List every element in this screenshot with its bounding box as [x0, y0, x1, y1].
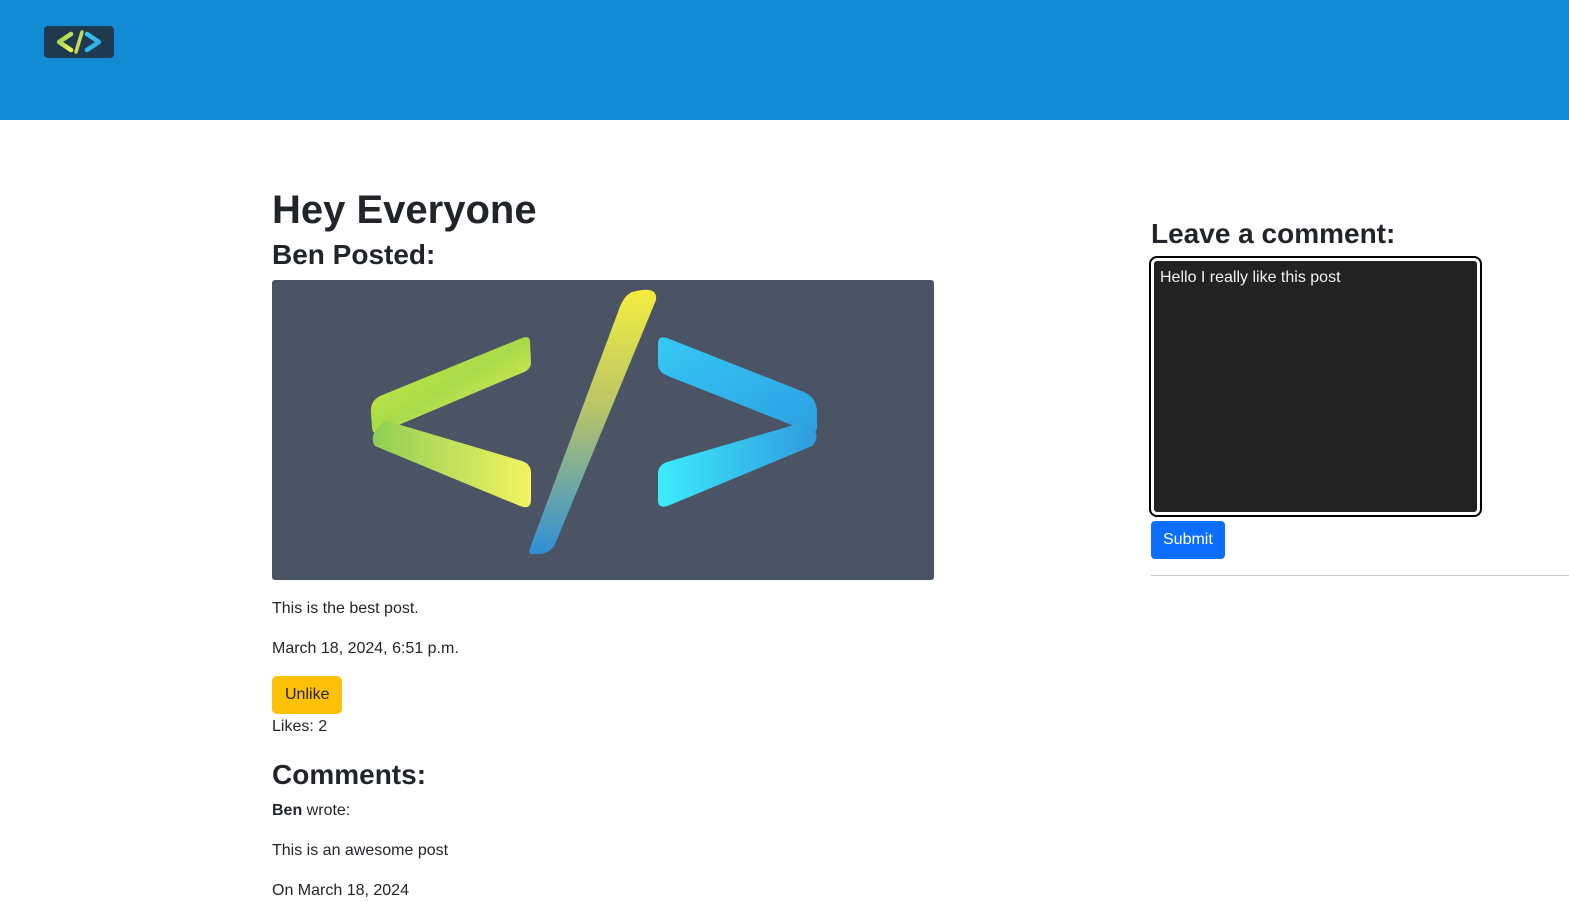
comment-text: This is an awesome post — [272, 842, 449, 859]
post-body: This is the best post. — [272, 600, 419, 617]
comments-heading: Comments: — [272, 759, 427, 790]
unlike-button[interactable]: Unlike — [272, 676, 343, 714]
navbar — [0, 0, 1569, 120]
code-brackets-icon — [56, 30, 102, 54]
post-image — [272, 280, 934, 580]
comment-author-line: Ben wrote: — [272, 800, 934, 822]
post-column: Hey Everyone Ben Posted: This is the bes… — [272, 186, 934, 902]
post-date: March 18, 2024, 6:51 p.m. — [272, 640, 459, 657]
likes-count: Likes: 2 — [272, 718, 328, 735]
comment-form: Leave a comment: Hello I really like thi… — [1149, 214, 1569, 584]
comment-author: Ben — [272, 802, 303, 819]
submit-button[interactable]: Submit — [1151, 521, 1225, 559]
divider — [1151, 575, 1569, 576]
code-brackets-icon — [370, 289, 817, 554]
comment-item: Ben wrote: This is an awesome post On Ma… — [272, 800, 934, 902]
comment-textarea[interactable]: Hello I really like this post — [1149, 256, 1482, 517]
leave-comment-heading: Leave a comment: — [1151, 218, 1396, 249]
home-logo-link[interactable] — [44, 26, 114, 58]
post-title: Hey Everyone — [272, 188, 537, 232]
comment-wrote-label: wrote: — [302, 802, 351, 819]
post-author-line: Ben Posted: — [272, 239, 436, 270]
